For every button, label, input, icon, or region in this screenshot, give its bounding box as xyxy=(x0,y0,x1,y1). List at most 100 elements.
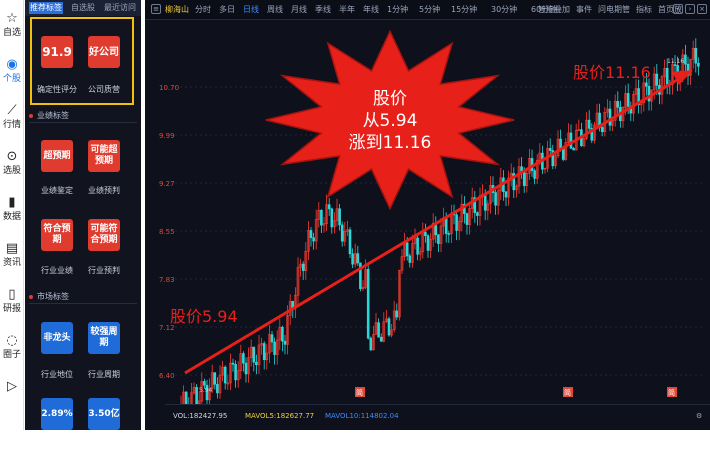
candle-body xyxy=(340,224,344,242)
y-tick-label: 9.99 xyxy=(159,132,175,140)
candle-body xyxy=(203,381,206,386)
menu-icon[interactable]: ≡ xyxy=(151,4,161,14)
settings-icon[interactable]: ⚙ xyxy=(696,411,702,421)
candle-body xyxy=(437,234,440,244)
period-15分钟[interactable]: 15分钟 xyxy=(451,4,477,16)
candle-body xyxy=(455,214,458,231)
market-caption-1: 行业地位 xyxy=(41,370,73,379)
candle-body xyxy=(405,242,409,257)
market-card-1[interactable]: 非龙头 xyxy=(41,322,73,354)
event-marker-2-label: 简 xyxy=(564,388,571,397)
nav-item-video[interactable]: ▷ xyxy=(0,376,24,416)
nav-item-数据[interactable]: ▮ 数据 xyxy=(0,192,24,232)
candle-body xyxy=(273,341,276,355)
tab-recommended[interactable]: 推荐标签 xyxy=(29,2,63,14)
candle-body xyxy=(465,213,469,225)
y-tick-label: 10.70 xyxy=(159,84,179,92)
nav-item-选股[interactable]: ⊙ 选股 xyxy=(0,146,24,186)
candle-body xyxy=(281,326,284,342)
annotation-end: 股价11.16 xyxy=(573,63,651,82)
candle-body xyxy=(569,132,573,149)
candle-body xyxy=(312,237,315,242)
nav-item-自选[interactable]: ☆ 自选 xyxy=(0,8,24,48)
video-icon: ▷ xyxy=(7,379,17,394)
period-1分钟[interactable]: 1分钟 xyxy=(387,4,408,16)
candle-body xyxy=(283,340,287,345)
nav-item-行情[interactable]: ⟋ 行情 xyxy=(0,100,24,140)
period-月线[interactable]: 月线 xyxy=(291,4,307,16)
candle-body xyxy=(447,233,451,235)
close-icon[interactable]: × xyxy=(697,4,707,14)
event-marker-3-label: 简 xyxy=(668,388,675,397)
tab-recent[interactable]: 最近访问 xyxy=(103,2,137,14)
candle-body xyxy=(395,310,399,318)
chart-area: ≡ 柳海山 分时 多日 日线 周线 月线 季线 半年 年线 1分钟 5分钟 15分钟 30分钟 60分钟… xyxy=(145,0,710,430)
period-周线[interactable]: 周线 xyxy=(267,4,283,16)
perf-card-1[interactable]: 超预期 xyxy=(41,140,73,172)
market-card-2[interactable]: 较强周期 xyxy=(88,322,120,354)
candle-body xyxy=(338,208,341,226)
period-多日[interactable]: 多日 xyxy=(219,4,235,16)
y-tick-label: 7.83 xyxy=(159,276,175,284)
nav-item-个股[interactable]: ◉ 个股 xyxy=(0,54,24,94)
candle-body xyxy=(424,231,427,237)
candle-body xyxy=(255,361,258,366)
perf-caption-3: 行业业绩 xyxy=(41,266,73,275)
period-年线[interactable]: 年线 xyxy=(363,4,379,16)
nav-label: 研报 xyxy=(2,304,21,314)
nav-label: 圈子 xyxy=(2,350,21,360)
event-marker-1-label: 简 xyxy=(356,388,363,397)
chart-toolbar: ≡ 柳海山 分时 多日 日线 周线 月线 季线 半年 年线 1分钟 5分钟 15分钟 30分钟 60分钟… xyxy=(145,0,710,20)
price-chart[interactable]: 10.709.999.278.557.837.126.40简简简5.9411.1… xyxy=(145,20,710,404)
candle-body xyxy=(416,237,419,255)
candle-body xyxy=(309,230,313,238)
candle-body xyxy=(645,82,648,87)
nav-item-圈子[interactable]: ◌ 圈子 xyxy=(0,330,24,370)
candle-body xyxy=(494,192,497,206)
score-card[interactable]: 91.9 xyxy=(41,36,73,68)
toolbar-事件[interactable]: 事件 xyxy=(576,4,592,16)
market-card-3[interactable]: 2.89% xyxy=(41,398,73,430)
period-半年[interactable]: 半年 xyxy=(339,4,355,16)
candle-body xyxy=(242,353,245,364)
period-分时[interactable]: 分时 xyxy=(195,4,211,16)
candle-body xyxy=(426,235,430,251)
market-card-4[interactable]: 3.50亿 xyxy=(88,398,120,430)
candle-body xyxy=(694,47,698,64)
nav-label: 资讯 xyxy=(2,258,21,268)
nav-label: 个股 xyxy=(2,74,21,84)
candle-body xyxy=(366,269,370,339)
candle-body xyxy=(587,119,591,129)
candle-body xyxy=(320,209,323,226)
period-日线[interactable]: 日线 xyxy=(243,4,259,16)
nav-label: 数据 xyxy=(2,212,21,222)
mavol5-label: MAVOL5:182627.77 xyxy=(245,412,315,420)
filter-icon: ⊙ xyxy=(6,149,18,164)
nav-label: 行情 xyxy=(2,120,21,130)
burst-line-1: 从5.94 xyxy=(363,111,418,131)
y-tick-label: 8.55 xyxy=(159,228,175,236)
toolbar-指标[interactable]: 指标 xyxy=(636,4,652,16)
candle-body xyxy=(244,362,248,375)
period-季线[interactable]: 季线 xyxy=(315,4,331,16)
chat-icon: ◌ xyxy=(6,333,18,348)
nav-item-资讯[interactable]: ▤ 资讯 xyxy=(0,238,24,278)
perf-card-3[interactable]: 符合预期 xyxy=(41,219,73,251)
period-5分钟[interactable]: 5分钟 xyxy=(419,4,440,16)
perf-card-2[interactable]: 可能超预期 xyxy=(88,140,120,172)
perf-card-4[interactable]: 可能符合预期 xyxy=(88,219,120,251)
nav-item-研报[interactable]: ▯ 研报 xyxy=(0,284,24,324)
candle-body xyxy=(216,383,219,394)
footer-bar xyxy=(0,430,710,456)
period-30分钟[interactable]: 30分钟 xyxy=(491,4,517,16)
chevron-right-icon[interactable]: › xyxy=(685,4,695,14)
company-card[interactable]: 好公司 xyxy=(88,36,120,68)
vol-label: VOL:182427.95 xyxy=(173,412,228,420)
tab-watchlist[interactable]: 自选股 xyxy=(69,2,97,14)
candle-body xyxy=(262,343,266,360)
chevron-left-icon[interactable]: ‹ xyxy=(673,4,683,14)
candle-body xyxy=(476,212,479,216)
toolbar-智能叠加[interactable]: 智能叠加 xyxy=(538,4,570,16)
toolbar-问电期管[interactable]: 问电期管 xyxy=(598,4,630,16)
candle-body xyxy=(408,255,412,263)
